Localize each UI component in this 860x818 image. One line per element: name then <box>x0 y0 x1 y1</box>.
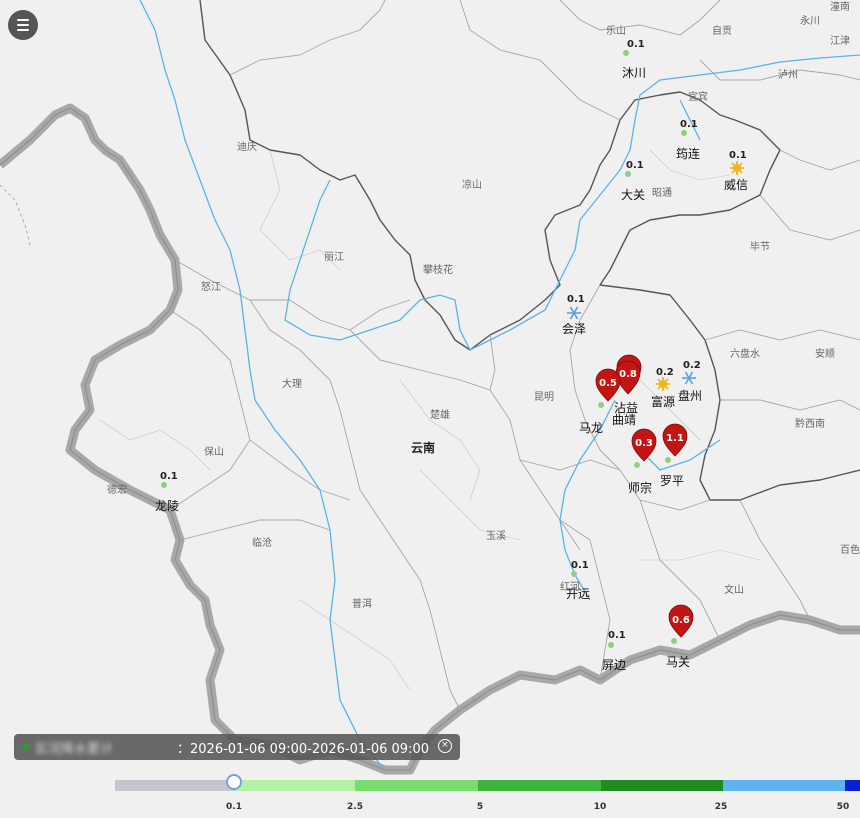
station-name: 盘州 <box>678 388 702 403</box>
legend-label: 2.5 <box>347 802 363 812</box>
station-value: 0.2 <box>683 360 701 371</box>
legend-label: 25 <box>714 802 728 812</box>
region-label-dehong: 德宏 <box>107 483 127 496</box>
station-name: 曲靖 <box>612 413 636 427</box>
region-label-tongliang: 潼南 <box>830 0 850 13</box>
station-value: 0.1 <box>626 160 644 171</box>
legend-segment <box>478 780 601 791</box>
region-label-deqin: 迪庆 <box>237 140 257 153</box>
station-name: 沾益 <box>614 401 638 415</box>
legend-segment <box>845 780 860 791</box>
region-label-yibin: 宜宾 <box>688 90 708 103</box>
region-label-yuxi: 玉溪 <box>486 530 506 542</box>
station-value: 0.1 <box>680 119 698 130</box>
sun-icon <box>656 377 670 391</box>
region-label-lincang: 临沧 <box>252 536 272 549</box>
region-label-liangshan: 凉山 <box>462 178 482 191</box>
product-label: 实况降水累计 <box>35 741 114 757</box>
legend-segment <box>601 780 723 791</box>
region-label-chuxiong: 楚雄 <box>430 408 450 421</box>
station-value: 0.6 <box>672 615 690 626</box>
region-label-dali: 大理 <box>282 377 302 390</box>
legend-label: 5 <box>476 802 484 812</box>
station-name: 屏边 <box>602 658 626 672</box>
region-label-zhaotong: 昭通 <box>652 187 672 199</box>
station-name: 沐川 <box>622 66 646 80</box>
station-name: 师宗 <box>628 480 652 495</box>
station-value: 0.1 <box>729 150 747 161</box>
station-value: 0.1 <box>627 39 645 50</box>
station-name: 会泽 <box>562 322 586 336</box>
legend-label: 50 <box>836 802 850 812</box>
station-name: 马关 <box>666 655 690 669</box>
station-name: 大关 <box>621 188 645 202</box>
legend-label: 0.1 <box>226 802 242 812</box>
station-value: 0.1 <box>571 560 589 571</box>
station-value: 0.8 <box>619 369 637 380</box>
legend-threshold-slider[interactable] <box>226 774 242 790</box>
menu-button[interactable] <box>8 10 38 40</box>
region-label-kunming: 昆明 <box>534 391 554 403</box>
region-label-luzhou: 泸州 <box>778 69 798 81</box>
region-label-anshun: 安顺 <box>815 347 835 360</box>
region-label-baise: 百色 <box>840 543 860 556</box>
menu-icon <box>17 19 29 21</box>
region-label-leshan: 乐山 <box>606 25 626 37</box>
region-label-baoshan: 保山 <box>204 445 224 458</box>
region-label-zigong: 自贡 <box>712 24 732 37</box>
region-label-liupanshui: 六盘水 <box>730 347 760 360</box>
station-name: 威信 <box>724 178 748 192</box>
region-label-jiangjin: 江津 <box>830 35 850 47</box>
legend-segment <box>723 780 845 791</box>
station-value: 0.1 <box>160 471 178 482</box>
province-label: 云南 <box>411 440 435 455</box>
region-label-qianxinan: 黔西南 <box>795 417 825 430</box>
station-name: 罗平 <box>660 474 684 488</box>
region-label-lijiang: 丽江 <box>324 251 344 263</box>
legend-label: 10 <box>593 802 607 812</box>
station-value: 0.1 <box>567 294 585 305</box>
precipitation-map[interactable]: 乐山 自贡 永川 江津 潼南 泸州 宜宾 迪庆 凉山 昭通 毕节 丽江 攀枝花 … <box>0 0 860 818</box>
status-dot-icon <box>23 744 29 750</box>
region-label-nujiang: 怒江 <box>201 280 221 293</box>
station-name: 马龙 <box>579 421 603 435</box>
station-value: 0.5 <box>599 378 617 389</box>
region-label-puer: 普洱 <box>352 597 372 610</box>
station-value: 1.1 <box>666 433 684 444</box>
region-label-bijie: 毕节 <box>750 240 770 253</box>
close-icon[interactable]: × <box>438 739 452 753</box>
time-range-bar: 实况降水累计 ：2026-01-06 09:00-2026-01-06 09:0… <box>14 734 460 760</box>
legend-segment <box>235 780 355 791</box>
sun-icon <box>730 161 744 175</box>
time-range-text: ：2026-01-06 09:00-2026-01-06 09:00 <box>177 741 429 757</box>
region-label-panzhihua: 攀枝花 <box>423 263 453 276</box>
legend-segment <box>355 780 478 791</box>
region-label-yongchuan: 永川 <box>800 14 820 27</box>
station-name: 开远 <box>566 587 590 601</box>
station-value: 0.2 <box>656 367 674 378</box>
station-name: 富源 <box>651 394 675 409</box>
legend-segment <box>115 780 235 791</box>
station-name: 筠连 <box>676 146 700 161</box>
station-value: 0.1 <box>608 630 626 641</box>
station-name: 龙陵 <box>155 499 179 513</box>
region-label-wenshan: 文山 <box>724 583 744 596</box>
station-value: 0.3 <box>635 438 653 449</box>
